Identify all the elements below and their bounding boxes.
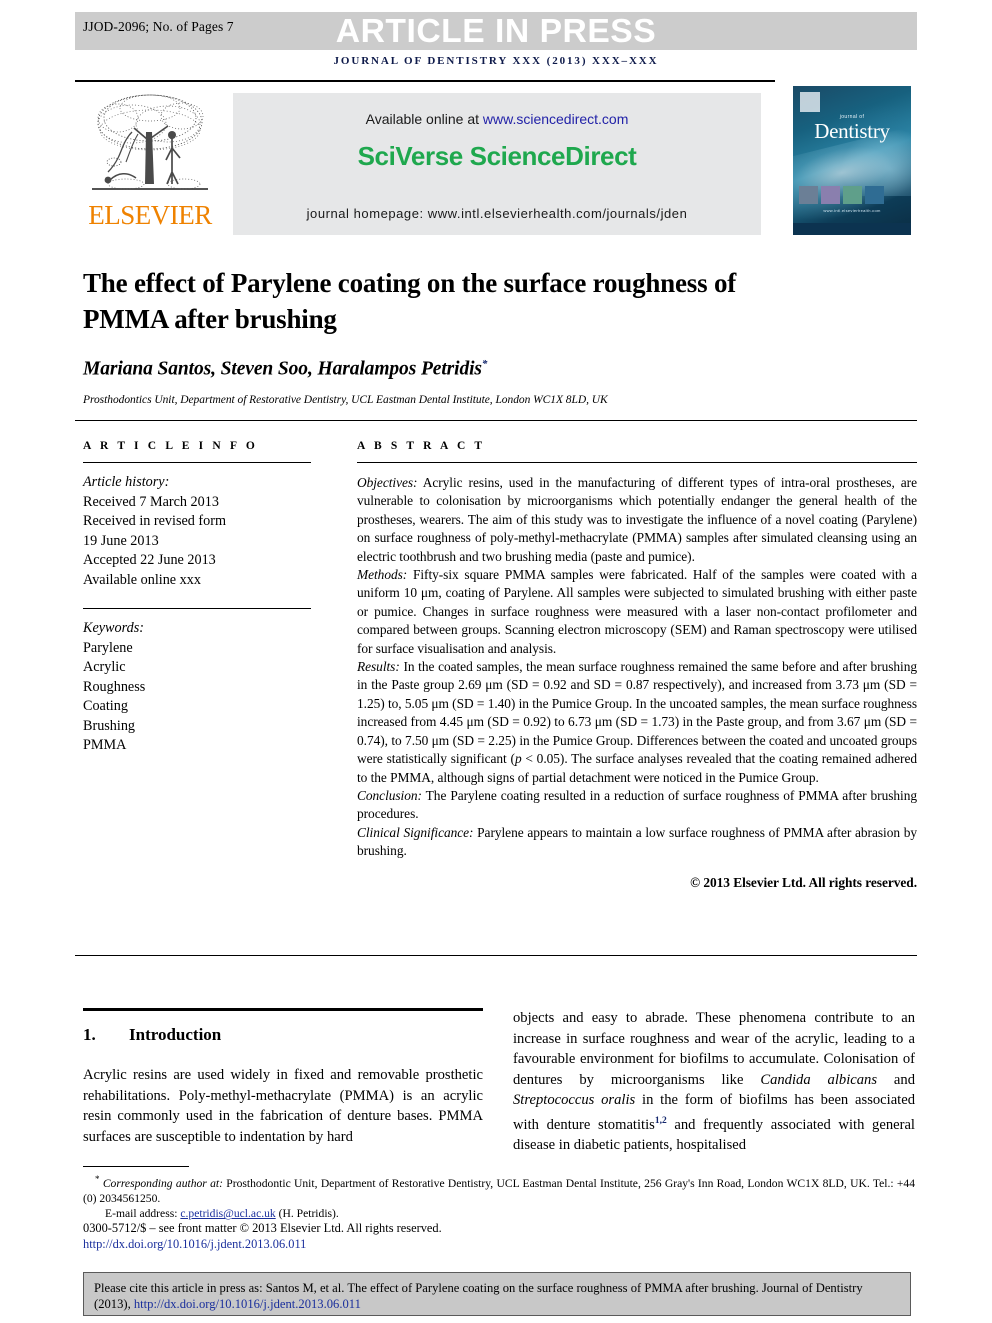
abstract-results-label: Results: — [357, 659, 400, 675]
footnote-block: * Corresponding author at: Prosthodontic… — [83, 1172, 915, 1221]
masthead: ELSEVIER Available online at www.science… — [75, 86, 917, 236]
cite-this-article-box: Please cite this article in press as: Sa… — [83, 1272, 911, 1316]
sciverse-sciencedirect-wordmark: SciVerse ScienceDirect — [357, 141, 637, 171]
cover-footer-url: www.intl.elsevierhealth.com — [823, 208, 881, 213]
header-divider — [75, 80, 775, 82]
footnote-divider — [83, 1166, 189, 1167]
abstract-methods-text: Fifty-six square PMMA samples were fabri… — [357, 567, 917, 656]
cover-title-label: Dentistry — [814, 119, 890, 143]
manuscript-id-label: JJOD-2096; No. of Pages 7 — [83, 19, 234, 34]
cover-thumb-4 — [865, 186, 884, 204]
intro-paragraph-text: Acrylic resins are used widely in fixed … — [83, 1067, 483, 1145]
section-heading-introduction: 1. Introduction — [83, 1025, 483, 1045]
cover-thumb-2 — [821, 186, 840, 204]
abstract-conclusion: Conclusion: The Parylene coating resulte… — [357, 787, 917, 824]
body-column-left: 1. Introduction Acrylic resins are used w… — [83, 1008, 483, 1147]
abstract-conclusion-text: The Parylene coating resulted in a reduc… — [357, 787, 917, 822]
section-rule — [83, 1008, 483, 1011]
article-in-press-banner: ARTICLE IN PRESS JJOD-2096; No. of Pages… — [75, 12, 917, 50]
citation-reference[interactable]: 1,2 — [655, 1116, 667, 1126]
issn-copyright-line: 0300-5712/$ – see front matter © 2013 El… — [83, 1221, 442, 1235]
journal-homepage-line[interactable]: journal homepage: www.intl.elsevierhealt… — [233, 206, 761, 221]
abstract-objectives: Objectives: Acrylic resins, used in the … — [357, 474, 917, 566]
corresponding-author-marker: * — [481, 358, 488, 370]
article-page: ARTICLE IN PRESS JJOD-2096; No. of Pages… — [0, 0, 992, 1323]
doi-link[interactable]: http://dx.doi.org/10.1016/j.jdent.2013.0… — [83, 1237, 915, 1252]
available-online-prefix: Available online at — [365, 111, 483, 127]
article-history-label: Article history: — [83, 474, 170, 490]
keyword-item: Coating — [83, 698, 128, 714]
available-online-line: Available online at www.sciencedirect.co… — [233, 111, 761, 127]
keyword-item: PMMA — [83, 737, 127, 753]
abstract-column: A B S T R A C T Objectives: Acrylic resi… — [357, 440, 917, 892]
history-item: Available online xxx — [83, 571, 201, 588]
keyword-item: Roughness — [83, 678, 146, 695]
intro-paragraph-right: objects and easy to abrade. These phenom… — [513, 1008, 915, 1156]
history-item: Received 7 March 2013 — [83, 493, 219, 510]
body-column-right: objects and easy to abrade. These phenom… — [513, 1008, 915, 1156]
abstract-body: Objectives: Acrylic resins, used in the … — [357, 474, 917, 892]
history-item: Accepted 22 June 2013 — [83, 552, 216, 568]
cover-thumb-3 — [843, 186, 862, 204]
abstract-top-divider — [75, 420, 917, 421]
author-list: Mariana Santos, Steven Soo, Haralampos P… — [83, 358, 843, 381]
cover-thumb-1 — [799, 186, 818, 204]
intro-paragraph-continued: objects and easy to abrade. These phenom… — [513, 1008, 915, 1156]
abstract-copyright: © 2013 Elsevier Ltd. All rights reserved… — [690, 874, 917, 890]
cite-doi-link[interactable]: http://dx.doi.org/10.1016/j.jdent.2013.0… — [134, 1297, 361, 1311]
section-number: 1. — [83, 1025, 96, 1044]
abstract-heading: A B S T R A C T — [357, 440, 486, 452]
abstract-divider — [357, 462, 917, 463]
journal-cover-thumbnail: journal of Dentistry www.intl.elsevierhe… — [793, 86, 911, 235]
keywords-label: Keywords: — [83, 620, 144, 636]
keywords-block: Keywords: Parylene Acrylic Roughness Coa… — [83, 619, 313, 756]
article-info-heading: A R T I C L E I N F O — [83, 440, 258, 452]
email-owner: (H. Petridis). — [275, 1207, 339, 1221]
abstract-objectives-text: Acrylic resins, used in the manufacturin… — [357, 475, 917, 564]
cover-elsevier-mark-icon — [800, 92, 820, 112]
footnote-marker: * — [95, 1174, 100, 1184]
sciencedirect-box: Available online at www.sciencedirect.co… — [233, 93, 761, 235]
intro-right-part2: and — [877, 1071, 916, 1088]
sciencedirect-url-link[interactable]: www.sciencedirect.com — [483, 111, 629, 127]
email-address-label: E-mail address: — [105, 1207, 178, 1221]
abstract-results-p-symbol: p — [514, 751, 522, 767]
keyword-item: Parylene — [83, 639, 133, 656]
species-candida-albicans: Candida albicans — [760, 1071, 878, 1088]
abstract-conclusion-label: Conclusion: — [357, 787, 422, 803]
elsevier-logo: ELSEVIER — [80, 86, 220, 236]
history-item: 19 June 2013 — [83, 532, 159, 549]
abstract-methods: Methods: Fifty-six square PMMA samples w… — [357, 566, 917, 658]
cite-this-article-text: Please cite this article in press as: Sa… — [94, 1280, 900, 1313]
article-info-divider — [83, 462, 311, 463]
species-streptococcus-oralis: Streptococcus oralis — [513, 1092, 636, 1109]
email-link[interactable]: c.petridis@ucl.ac.uk — [180, 1207, 275, 1220]
keyword-item: Acrylic — [83, 659, 126, 675]
elsevier-wordmark: ELSEVIER — [88, 200, 212, 230]
author-names: Mariana Santos, Steven Soo, Haralampos P… — [83, 358, 482, 380]
affiliation-line: Prosthodontics Unit, Department of Resto… — [83, 394, 608, 406]
cover-thumbnail-strip — [793, 184, 911, 206]
cover-bottom-bar — [793, 223, 911, 235]
corresponding-author-note: * Corresponding author at: Prosthodontic… — [83, 1172, 915, 1206]
abstract-results: Results: In the coated samples, the mean… — [357, 658, 917, 787]
keywords-divider — [83, 608, 311, 609]
abstract-significance-label: Clinical Significance: — [357, 824, 474, 840]
section-title: Introduction — [129, 1025, 222, 1044]
abstract-objectives-label: Objectives: — [357, 475, 418, 490]
abstract-bottom-divider — [75, 955, 917, 956]
corresponding-author-label: Corresponding author at: — [102, 1176, 223, 1190]
abstract-clinical-significance: Clinical Significance: Parylene appears … — [357, 824, 917, 861]
article-info-column: A R T I C L E I N F O Article history: R… — [83, 440, 313, 756]
page-title: The effect of Parylene coating on the su… — [83, 268, 737, 334]
keyword-item: Brushing — [83, 717, 136, 734]
journal-citation-line: journal of dentistry xxx (2013) xxx–xxx — [333, 55, 659, 67]
elsevier-tree-icon — [92, 94, 208, 190]
article-history-block: Article history: Received 7 March 2013 R… — [83, 473, 313, 590]
abstract-methods-label: Methods: — [357, 567, 408, 583]
history-item: Received in revised form — [83, 513, 227, 529]
intro-paragraph-left: Acrylic resins are used widely in fixed … — [83, 1065, 483, 1147]
